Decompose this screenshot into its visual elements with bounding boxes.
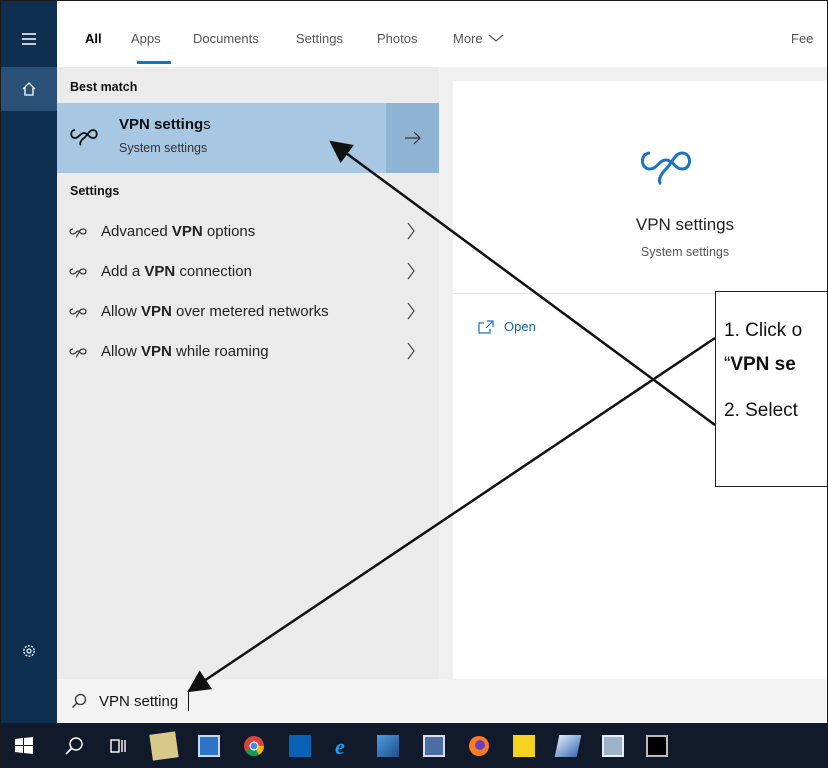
tab-more-label: More [453, 31, 483, 46]
annotation-callout: 1. Click o “VPN se 2. Select [715, 291, 827, 487]
internet-explorer-icon[interactable]: e [333, 735, 355, 757]
settings-header: Settings [70, 184, 120, 198]
vpn-icon [69, 308, 87, 318]
chevron-down-icon [488, 34, 504, 42]
best-match-title: VPN settings [119, 116, 211, 133]
vpn-icon [69, 348, 87, 358]
network-icon[interactable] [377, 735, 399, 757]
left-rail [1, 1, 57, 723]
firefox-icon[interactable] [468, 735, 490, 757]
tab-more[interactable]: More [453, 31, 504, 46]
open-preview-button[interactable] [386, 103, 439, 173]
task-view-icon[interactable] [108, 735, 130, 757]
label-bold: VPN [171, 223, 203, 240]
vpn-icon [69, 228, 87, 238]
label-pre: Allow [101, 303, 142, 320]
label-pre: Allow [101, 343, 142, 360]
best-match-item[interactable]: VPN settings System settings [57, 103, 439, 173]
open-label: Open [504, 319, 536, 334]
control-panel-icon[interactable] [198, 735, 220, 757]
list-item[interactable]: Advanced VPN options [57, 211, 439, 251]
chrome-icon[interactable] [243, 735, 265, 757]
chevron-right-icon [407, 342, 415, 360]
callout-line-1: 1. Click o [724, 320, 803, 341]
best-match-title-bold: VPN setting [119, 116, 204, 133]
label-pre: Add a [101, 263, 145, 280]
gear-icon[interactable] [1, 629, 57, 673]
presentation-icon[interactable] [423, 735, 445, 757]
chevron-right-icon [407, 302, 415, 320]
best-match-title-suffix: s [203, 116, 211, 133]
command-prompt-icon[interactable] [646, 735, 668, 757]
list-item-label: Advanced VPN options [101, 223, 255, 240]
arrow-right-icon [404, 131, 421, 145]
chevron-right-icon [407, 222, 415, 240]
label-post: while roaming [171, 343, 269, 360]
svg-text:e: e [335, 735, 345, 757]
vpn-icon [70, 129, 98, 146]
home-icon[interactable] [1, 67, 57, 111]
label-pre: Advanced [101, 223, 172, 240]
open-action[interactable]: Open [478, 319, 536, 334]
best-match-header: Best match [70, 80, 138, 94]
callout-line-3: 2. Select [724, 400, 798, 421]
sticky-notes-icon[interactable] [513, 735, 535, 757]
tab-settings[interactable]: Settings [296, 31, 343, 46]
hamburger-menu-icon[interactable] [1, 17, 57, 61]
callout-line-2: “VPN se [724, 354, 796, 376]
label-post: connection [175, 263, 252, 280]
text-cursor [188, 691, 189, 711]
paint-icon[interactable] [554, 735, 582, 757]
outlook-icon[interactable] [289, 735, 311, 757]
notepad-icon[interactable] [149, 731, 179, 761]
filter-tabs: All Apps Documents Settings Photos More … [57, 1, 827, 67]
vpn-icon [69, 268, 87, 278]
search-icon[interactable] [63, 735, 85, 757]
best-match-subtitle: System settings [119, 141, 208, 155]
list-item-label: Add a VPN connection [101, 263, 252, 280]
remote-desktop-icon[interactable] [602, 735, 624, 757]
tab-apps[interactable]: Apps [131, 31, 161, 46]
vpn-icon [641, 151, 691, 186]
tab-all[interactable]: All [85, 31, 102, 46]
list-item-label: Allow VPN over metered networks [101, 303, 329, 320]
search-box[interactable]: VPN setting [57, 679, 827, 723]
callout-bold: VPN se [730, 354, 796, 375]
chevron-right-icon [407, 262, 415, 280]
label-bold: VPN [144, 263, 176, 280]
list-item-label: Allow VPN while roaming [101, 343, 269, 360]
tab-documents[interactable]: Documents [193, 31, 259, 46]
tab-feedback[interactable]: Fee [791, 31, 813, 46]
label-bold: VPN [141, 343, 172, 360]
list-item[interactable]: Allow VPN over metered networks [57, 291, 439, 331]
screenshot-frame: All Apps Documents Settings Photos More … [0, 0, 828, 768]
windows-start-icon[interactable] [13, 735, 35, 757]
preview-subtitle: System settings [640, 245, 730, 259]
list-item[interactable]: Add a VPN connection [57, 251, 439, 291]
label-post: options [202, 223, 256, 240]
search-icon [72, 693, 87, 708]
active-tab-indicator [137, 61, 171, 64]
tab-photos[interactable]: Photos [377, 31, 417, 46]
open-external-icon [478, 319, 494, 334]
results-pane: Best match VPN settings System settings … [57, 67, 439, 679]
search-input[interactable]: VPN setting [99, 693, 178, 710]
label-post: over metered networks [171, 303, 329, 320]
list-item[interactable]: Allow VPN while roaming [57, 331, 439, 371]
taskbar: e [1, 723, 827, 767]
preview-title: VPN settings [635, 215, 735, 234]
preview-card: VPN settings System settings [453, 81, 827, 293]
label-bold: VPN [141, 303, 172, 320]
